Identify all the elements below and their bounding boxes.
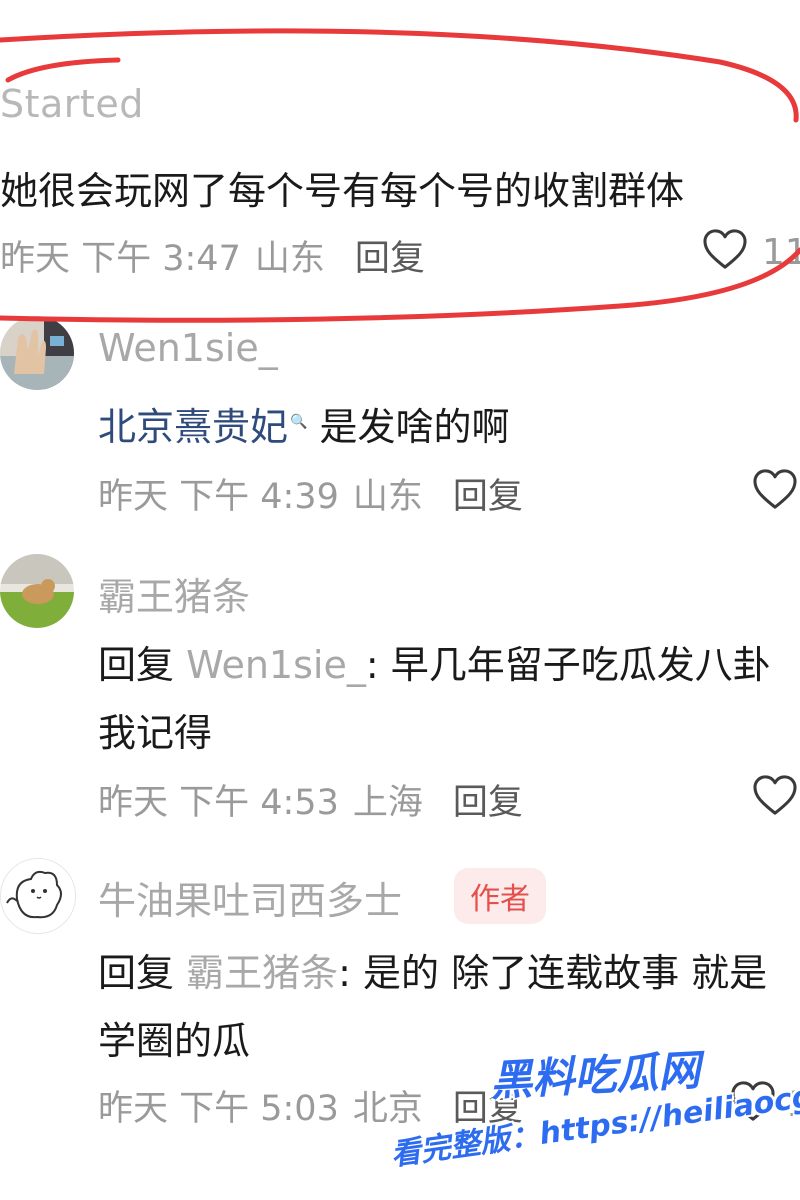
comment-body: : 是的 除了连载故事 就是 — [338, 951, 768, 995]
search-icon[interactable]: 🔍 — [290, 414, 307, 430]
heart-outline-icon — [753, 775, 797, 815]
comment-time: 昨天 下午 4:39 — [98, 477, 339, 517]
comment-username-partial[interactable]: Started — [0, 82, 144, 126]
comment-text: 她很会玩网了每个号有每个号的收割群体 — [0, 169, 685, 213]
like-button[interactable] — [702, 228, 748, 274]
comment-meta: 昨天 下午 3:47 山东 回复 — [0, 230, 425, 281]
author-badge: 作者 — [454, 868, 546, 924]
avatar[interactable] — [0, 554, 74, 628]
like-button[interactable] — [752, 774, 798, 820]
comment-text-line2: 我记得 — [98, 711, 213, 755]
reply-button[interactable]: 回复 — [355, 239, 425, 279]
avatar-drawing — [1, 859, 75, 933]
comment-text: 北京熹贵妃 🔍 是发啥的啊 — [98, 396, 510, 451]
comment-location: 山东 — [352, 477, 423, 517]
comment-text: 回复 Wen1sie_: 早几年留子吃瓜发八卦 — [98, 634, 771, 689]
comment-username[interactable]: 霸王猪条 — [98, 566, 250, 621]
comment-text: 回复 霸王猪条: 是的 除了连载故事 就是 — [98, 942, 767, 997]
heart-outline-icon — [753, 469, 797, 509]
heart-outline-icon — [703, 229, 747, 269]
comment-time: 昨天 下午 3:47 — [0, 239, 241, 279]
reply-prefix: 回复 — [98, 643, 175, 687]
comment-meta: 昨天 下午 4:53 上海 回复 — [98, 774, 523, 825]
comment-location: 上海 — [352, 783, 423, 823]
reply-button[interactable]: 回复 — [453, 477, 523, 517]
reply-button[interactable]: 回复 — [453, 783, 523, 823]
like-button[interactable] — [752, 468, 798, 514]
comment-body: 是发啥的啊 — [319, 405, 510, 449]
comment-username[interactable]: Wen1sie_ — [98, 326, 278, 370]
comment-location: 山东 — [254, 239, 325, 279]
reply-target-link[interactable]: 霸王猪条 — [186, 951, 338, 995]
comment-time: 昨天 下午 5:03 — [98, 1089, 339, 1129]
comment-username[interactable]: 牛油果吐司西多士 — [98, 870, 402, 925]
comment-meta: 昨天 下午 4:39 山东 回复 — [98, 468, 523, 519]
comment-time: 昨天 下午 4:53 — [98, 783, 339, 823]
comment-location: 北京 — [352, 1089, 423, 1129]
avatar-photo — [0, 316, 74, 390]
comment-body: : 早几年留子吃瓜发八卦 — [365, 643, 771, 687]
avatar-photo — [0, 554, 74, 628]
reply-target-link[interactable]: Wen1sie_ — [186, 643, 366, 687]
like-count: 11 — [762, 232, 800, 273]
mention-link[interactable]: 北京熹贵妃 — [98, 405, 288, 449]
reply-prefix: 回复 — [98, 951, 175, 995]
comment-text-line2: 学圈的瓜 — [98, 1019, 251, 1063]
avatar[interactable] — [0, 316, 74, 390]
avatar[interactable] — [0, 858, 76, 934]
